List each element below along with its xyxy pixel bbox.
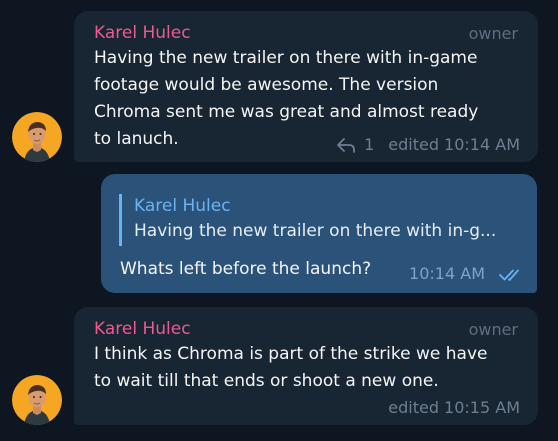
- message-text: Whats left before the launch?: [120, 259, 372, 279]
- message-line: footage would be awesome. The version: [94, 75, 439, 95]
- reply-count[interactable]: 1: [364, 135, 374, 154]
- message-line: Chroma sent me was great and almost read…: [94, 102, 479, 122]
- role-badge: owner: [468, 24, 518, 43]
- message-meta: 1 edited 10:14 AM: [336, 135, 520, 154]
- message-bubble[interactable]: Karel Hulec owner Having the new trailer…: [74, 11, 538, 162]
- user-avatar-icon: [12, 112, 62, 162]
- chat-history: Karel Hulec owner Having the new trailer…: [0, 0, 558, 441]
- sender-name[interactable]: Karel Hulec: [94, 319, 191, 339]
- message-line: to wait till that ends or shoot a new on…: [94, 371, 439, 391]
- message-time: edited 10:15 AM: [388, 398, 520, 417]
- message-line: I think as Chroma is part of the strike …: [94, 344, 488, 364]
- user-avatar-icon: [12, 375, 62, 425]
- message-meta: edited 10:15 AM: [388, 398, 520, 417]
- reply-quote[interactable]: Karel Hulec Having the new trailer on th…: [119, 194, 496, 246]
- message-bubble[interactable]: Karel Hulec owner I think as Chroma is p…: [74, 307, 538, 425]
- role-badge: owner: [468, 320, 518, 339]
- message-line: Having the new trailer on there with in-…: [94, 48, 478, 68]
- double-check-icon: [499, 267, 525, 281]
- reply-arrow-icon[interactable]: [336, 137, 356, 153]
- message-time: edited 10:14 AM: [388, 135, 520, 154]
- sender-avatar[interactable]: [12, 375, 62, 425]
- sender-name[interactable]: Karel Hulec: [94, 23, 191, 43]
- message-meta: 10:14 AM: [409, 264, 525, 283]
- message-text: I think as Chroma is part of the strike …: [94, 341, 487, 395]
- quoted-text: Having the new trailer on there with in-…: [134, 221, 497, 241]
- quoted-sender: Karel Hulec: [134, 196, 231, 216]
- sender-avatar[interactable]: [12, 112, 62, 162]
- message-time: 10:14 AM: [409, 264, 485, 283]
- message-bubble-outgoing[interactable]: Karel Hulec Having the new trailer on th…: [101, 174, 537, 293]
